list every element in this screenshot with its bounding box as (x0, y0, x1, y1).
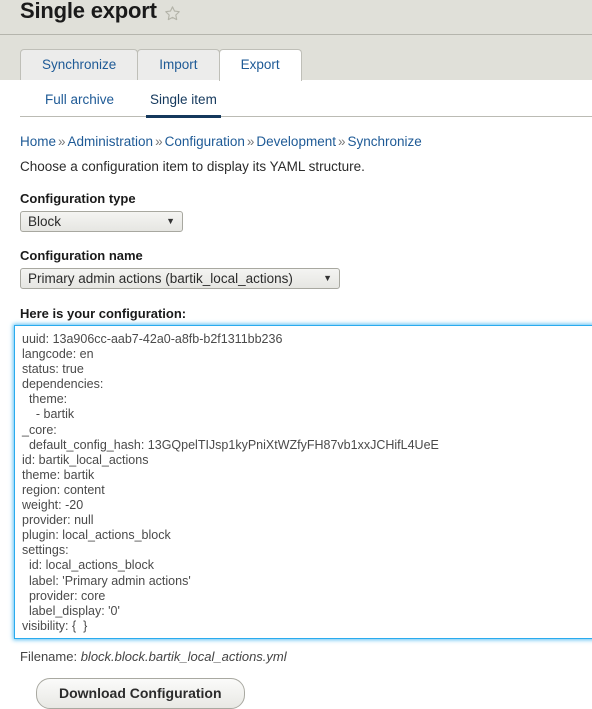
breadcrumb-item-development[interactable]: Development (256, 134, 336, 149)
page-header-band: Single export (0, 0, 592, 35)
filename-label: Filename: (20, 649, 78, 664)
tab-synchronize[interactable]: Synchronize (20, 49, 139, 80)
configuration-type-label: Configuration type (20, 191, 136, 206)
subtab-full-archive[interactable]: Full archive (41, 92, 118, 118)
breadcrumb-item-home[interactable]: Home (20, 134, 56, 149)
breadcrumb: Home» Administration» Configuration» Develo… (20, 133, 592, 150)
configuration-type-select[interactable]: Block ▼ (20, 211, 183, 232)
intro-text: Choose a configuration item to display i… (20, 159, 365, 174)
secondary-tabs-band: Full archive Single item (0, 80, 592, 118)
breadcrumb-item-administration[interactable]: Administration (68, 134, 154, 149)
primary-tabs: Synchronize Import Export (20, 49, 302, 81)
breadcrumb-separator: » (337, 134, 346, 149)
breadcrumb-separator: » (58, 134, 66, 149)
filename-value: block.block.bartik_local_actions.yml (80, 649, 287, 664)
configuration-name-select[interactable]: Primary admin actions (bartik_local_acti… (20, 268, 340, 289)
configuration-name-label: Configuration name (20, 248, 143, 263)
primary-tabs-band: Synchronize Import Export (0, 35, 592, 81)
tab-export[interactable]: Export (218, 49, 302, 81)
page-title: Single export (20, 0, 157, 23)
main-content: Home» Administration» Configuration» Develo… (0, 133, 592, 709)
breadcrumb-item-configuration[interactable]: Configuration (165, 134, 245, 149)
breadcrumb-separator: » (246, 134, 255, 149)
tab-import[interactable]: Import (137, 49, 220, 80)
download-configuration-button[interactable]: Download Configuration (36, 678, 245, 709)
configuration-output-textarea[interactable] (14, 325, 592, 639)
page-title-row: Single export (20, 0, 181, 24)
breadcrumb-separator: » (155, 134, 163, 149)
configuration-output-wrap (0, 325, 592, 639)
subtab-single-item[interactable]: Single item (146, 92, 221, 118)
configuration-name-value: Primary admin actions (bartik_local_acti… (28, 271, 293, 286)
secondary-tabs: Full archive Single item (20, 80, 592, 118)
download-button-wrap: Download Configuration (20, 678, 592, 709)
chevron-down-icon: ▼ (323, 273, 332, 283)
filename-line: Filename: block.block.bartik_local_actio… (20, 649, 592, 664)
breadcrumb-item-synchronize[interactable]: Synchronize (347, 134, 421, 149)
configuration-type-value: Block (28, 214, 62, 229)
star-outline-icon[interactable] (164, 5, 181, 22)
configuration-output-label: Here is your configuration: (20, 306, 187, 321)
chevron-down-icon: ▼ (166, 216, 175, 226)
